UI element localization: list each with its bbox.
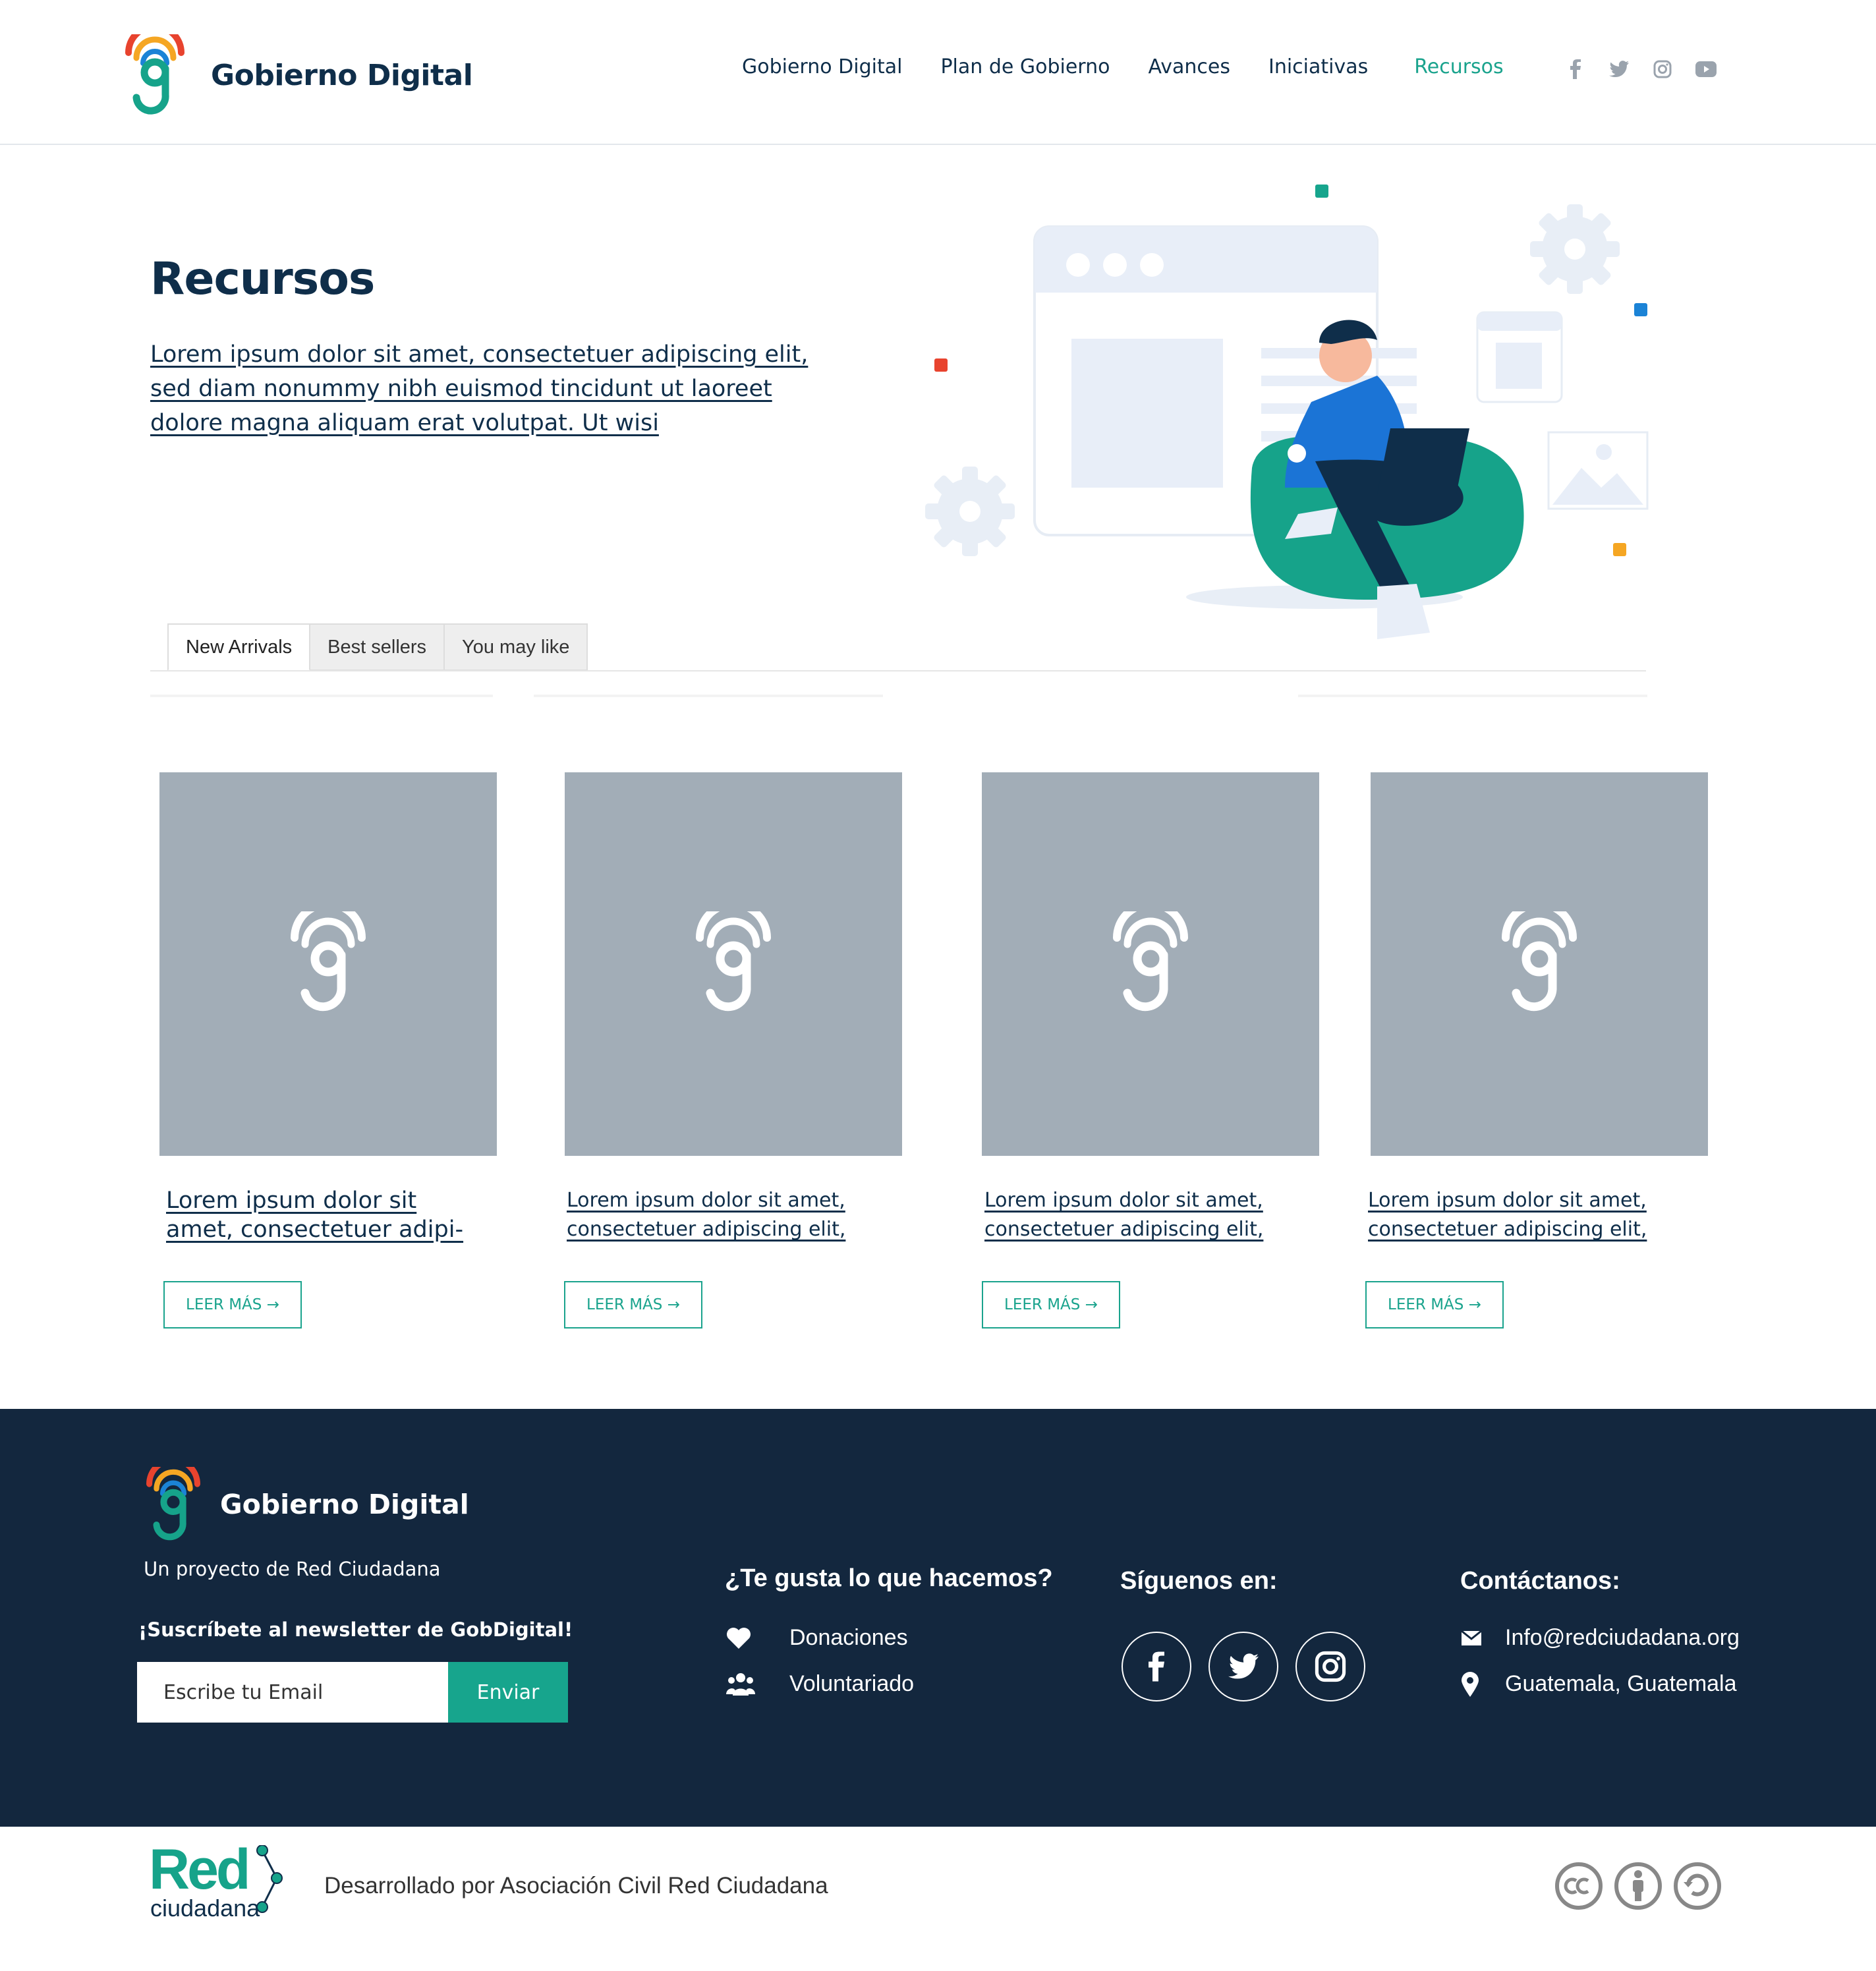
placeholder-logo-icon [291, 911, 366, 1012]
hero-illustration [925, 185, 1649, 639]
nav-iniciativas[interactable]: Iniciativas [1268, 55, 1368, 78]
cc-icon [1554, 1861, 1604, 1911]
email-input[interactable] [137, 1662, 448, 1723]
instagram-icon[interactable] [1651, 58, 1674, 80]
nav-recursos[interactable]: Recursos [1414, 55, 1503, 78]
tabs-shadow [1298, 695, 1647, 697]
send-button[interactable]: Enviar [448, 1662, 568, 1723]
by-icon [1613, 1861, 1663, 1911]
read-more-button[interactable]: LEER MÁS → [163, 1281, 302, 1328]
brand-logo-link[interactable]: Gobierno Digital [125, 34, 473, 116]
instagram-icon[interactable] [1295, 1632, 1365, 1701]
read-more-button[interactable]: LEER MÁS → [982, 1281, 1120, 1328]
heart-icon [726, 1627, 766, 1649]
card-image[interactable] [565, 772, 902, 1156]
gobierno-digital-logo-icon [146, 1467, 200, 1541]
footer-brand-name: Gobierno Digital [220, 1489, 469, 1520]
facebook-icon[interactable] [1564, 58, 1587, 80]
card-title[interactable]: Lorem ipsum dolor sit amet, consectetuer… [1368, 1186, 1647, 1244]
footer-brand[interactable]: Gobierno Digital [146, 1467, 469, 1542]
card-image[interactable] [1371, 772, 1708, 1156]
tab-bar: New Arrivals Best sellers You may like [167, 623, 588, 671]
placeholder-logo-icon [696, 911, 771, 1012]
card-title[interactable]: Lorem ipsum dolor sit amet, consectetuer… [567, 1186, 845, 1244]
donations-link[interactable]: Donaciones [726, 1625, 908, 1651]
main-nav: Gobierno Digital Plan de Gobierno Avance… [742, 55, 1542, 78]
contact-location: Guatemala, Guatemala [1462, 1671, 1737, 1697]
page-title: Recursos [150, 253, 375, 305]
twitter-icon[interactable] [1208, 1632, 1278, 1701]
header-social-links [1564, 58, 1738, 80]
contact-email[interactable]: Info@redciudadana.org [1462, 1625, 1740, 1651]
follow-heading: Síguenos en: [1120, 1567, 1278, 1595]
nav-avances[interactable]: Avances [1148, 55, 1230, 78]
twitter-icon[interactable] [1608, 58, 1630, 80]
tab-best-sellers[interactable]: Best sellers [310, 623, 445, 671]
footer-tagline: Un proyecto de Red Ciudadana [144, 1558, 441, 1580]
support-heading: ¿Te gusta lo que hacemos? [725, 1564, 1053, 1592]
people-icon [726, 1672, 766, 1697]
newsletter-label: ¡Suscríbete al newsletter de GobDigital! [138, 1618, 573, 1641]
tabs-shadow [150, 695, 493, 697]
gear-icon [1530, 204, 1620, 294]
newsletter-form: Enviar [137, 1662, 568, 1723]
footer-social-links [1122, 1632, 1382, 1701]
placeholder-logo-icon [1113, 911, 1188, 1012]
developed-by-text: Desarrollado por Asociación Civil Red Ci… [324, 1873, 828, 1899]
hero-description: Lorem ipsum dolor sit amet, consectetuer… [150, 341, 809, 436]
tabs-divider [150, 670, 1646, 671]
red-ciudadana-logo[interactable]: Red ciudadana [149, 1845, 287, 1924]
youtube-icon[interactable] [1695, 58, 1717, 80]
tab-you-may-like[interactable]: You may like [445, 623, 588, 671]
read-more-button[interactable]: LEER MÁS → [1365, 1281, 1504, 1328]
card-image[interactable] [982, 772, 1319, 1156]
contact-heading: Contáctanos: [1460, 1567, 1620, 1595]
nav-gobierno-digital[interactable]: Gobierno Digital [742, 55, 902, 78]
card-image[interactable] [159, 772, 497, 1156]
gear-icon [925, 467, 1015, 556]
card-title[interactable]: Lorem ipsum dolor sit amet, consectetuer… [984, 1186, 1263, 1244]
site-header: Gobierno Digital Gobierno Digital Plan d… [0, 0, 1876, 145]
tabs-shadow [534, 695, 883, 697]
location-pin-icon [1462, 1671, 1488, 1697]
volunteer-link[interactable]: Voluntariado [726, 1671, 914, 1697]
sa-icon [1672, 1861, 1722, 1911]
read-more-button[interactable]: LEER MÁS → [564, 1281, 702, 1328]
placeholder-logo-icon [1502, 911, 1577, 1012]
card-title[interactable]: Lorem ipsum dolor sit amet, consectetuer… [166, 1186, 463, 1244]
envelope-icon [1462, 1630, 1488, 1645]
gobierno-digital-logo-icon [125, 34, 185, 115]
license-icons[interactable] [1554, 1861, 1732, 1911]
nav-plan-de-gobierno[interactable]: Plan de Gobierno [940, 55, 1110, 78]
svg-text:Red: Red [149, 1845, 248, 1901]
brand-name: Gobierno Digital [211, 58, 473, 92]
facebook-icon[interactable] [1122, 1632, 1191, 1701]
site-footer: Gobierno Digital Un proyecto de Red Ciud… [0, 1409, 1876, 1827]
svg-text:ciudadana: ciudadana [150, 1895, 260, 1922]
tab-new-arrivals[interactable]: New Arrivals [167, 623, 311, 671]
